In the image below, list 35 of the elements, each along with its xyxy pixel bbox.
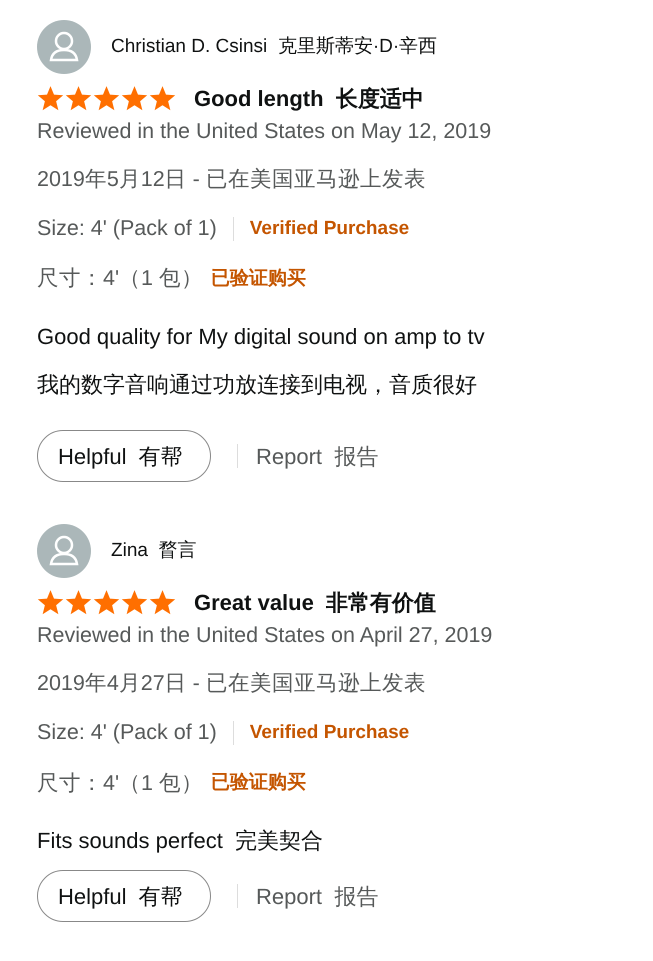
reviewer-name: Zina 瞀言 [111, 539, 197, 564]
review-text: Fits sounds perfect 完美契合 [37, 828, 324, 854]
review-text: 我的数字音响通过功放连接到电视，音质很好 [37, 372, 478, 398]
review-title: Good length 长度适中 [194, 85, 424, 113]
avatar-icon [37, 20, 91, 74]
size-label: 尺寸：4'（1 包） [37, 266, 203, 292]
star-icon [65, 86, 92, 112]
size-label: Size: 4' (Pack of 1) [37, 720, 217, 746]
star-icon [37, 86, 64, 112]
review-date: 2019年4月27日 - 已在美国亚马逊上发表 [37, 671, 427, 697]
helpful-button[interactable]: Helpful 有帮 [37, 430, 211, 482]
verified-label: Verified Purchase [250, 720, 410, 745]
star-icon [149, 590, 176, 616]
reviewer-name: Christian D. Csinsi 克里斯蒂安·D·辛西 [111, 34, 438, 59]
star-icon [65, 590, 92, 616]
star-icon [121, 86, 148, 112]
report-link[interactable]: Report 报告 [256, 880, 378, 913]
report-link[interactable]: Report 报告 [256, 440, 378, 473]
size-label: 尺寸：4'（1 包） [37, 770, 203, 797]
avatar-icon [37, 524, 91, 578]
review-date: Reviewed in the United States on May 12, 2019 [37, 119, 492, 145]
star-icon [93, 86, 120, 112]
star-icon [37, 590, 64, 616]
star-icon [93, 590, 120, 616]
review-text: Good quality for My digital sound on amp to tv [37, 324, 486, 350]
verified-label: Verified Purchase [250, 216, 410, 241]
star-icon [149, 86, 176, 112]
star-icon [121, 590, 148, 616]
helpful-button[interactable]: Helpful 有帮 [37, 870, 211, 922]
verified-label: 已验证购买 [211, 267, 306, 292]
review-title: Great value 非常有价值 [194, 589, 436, 618]
review-date: Reviewed in the United States on April 27, 2019 [37, 623, 494, 650]
size-label: Size: 4' (Pack of 1) [37, 216, 217, 242]
verified-label: 已验证购买 [211, 771, 306, 796]
review-date: 2019年5月12日 - 已在美国亚马逊上发表 [37, 166, 427, 193]
